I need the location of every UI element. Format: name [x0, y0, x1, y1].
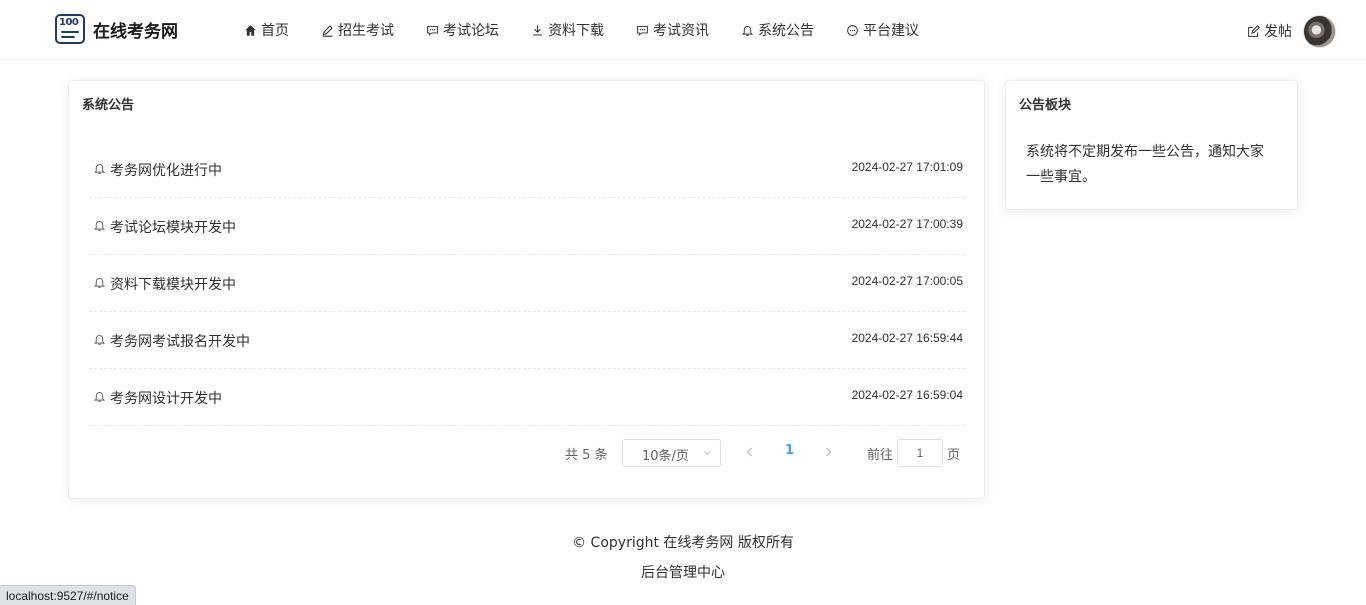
pagination-total: 共 5 条 — [565, 448, 608, 463]
bell-icon — [93, 392, 106, 402]
page-number-current[interactable]: 1 — [785, 443, 794, 458]
message-icon — [845, 23, 859, 37]
list-item[interactable]: 考务网考试报名开发中 2024-02-27 16:59:44 — [89, 312, 965, 369]
notice-title[interactable]: 考务网设计开发中 — [110, 388, 222, 408]
nav-home[interactable]: 首页 — [243, 20, 289, 40]
logo-mark-icon: 100 — [55, 14, 85, 44]
page-size-select[interactable]: 10条/页 — [622, 439, 721, 467]
home-icon — [243, 23, 257, 37]
nav-enrollment-exam[interactable]: 招生考试 — [320, 20, 394, 40]
notice-card-title: 系统公告 — [82, 98, 135, 113]
goto-page-input[interactable] — [897, 439, 943, 467]
nav-system-notice[interactable]: 系统公告 — [740, 20, 814, 40]
notice-card: 系统公告 考务网优化进行中 2024-02-27 17:01:09 考试论坛模块… — [68, 80, 985, 499]
bell-icon — [740, 23, 754, 37]
notice-time: 2024-02-27 17:00:05 — [851, 274, 963, 288]
notice-time: 2024-02-27 17:00:39 — [851, 217, 963, 231]
notice-list: 考务网优化进行中 2024-02-27 17:01:09 考试论坛模块开发中 2… — [89, 141, 965, 426]
pagination: 共 5 条 10条/页 1 前往 页 — [69, 439, 986, 467]
announcement-board-text: 系统将不定期发布一些公告，通知大家一些事宜。 — [1026, 144, 1264, 185]
announcement-board-title: 公告板块 — [1019, 98, 1072, 113]
chat-icon — [635, 23, 649, 37]
site-name: 在线考务网 — [93, 21, 178, 42]
top-header: 100 在线考务网 首页 招生考试 考试论坛 资料下载 考试资讯 系统公告 平台… — [0, 0, 1366, 60]
list-item[interactable]: 考试论坛模块开发中 2024-02-27 17:00:39 — [89, 198, 965, 255]
chat-icon — [425, 23, 439, 37]
goto-label: 前往 — [867, 448, 894, 463]
notice-time: 2024-02-27 16:59:04 — [851, 388, 963, 402]
site-logo[interactable]: 100 在线考务网 — [55, 14, 178, 44]
notice-time: 2024-02-27 16:59:44 — [851, 331, 963, 345]
notice-time: 2024-02-27 17:01:09 — [851, 160, 963, 174]
bell-icon — [93, 221, 106, 231]
edit-icon — [1248, 24, 1260, 37]
notice-title[interactable]: 考务网优化进行中 — [110, 160, 222, 180]
nav-exam-forum[interactable]: 考试论坛 — [425, 20, 499, 40]
nav-exam-news[interactable]: 考试资讯 — [635, 20, 709, 40]
nav-downloads[interactable]: 资料下载 — [530, 20, 604, 40]
download-icon — [530, 23, 544, 37]
user-avatar[interactable] — [1303, 15, 1336, 48]
bell-icon — [93, 335, 106, 345]
chevron-left-icon[interactable] — [743, 445, 757, 459]
notice-title[interactable]: 资料下载模块开发中 — [110, 274, 236, 294]
list-item[interactable]: 考务网设计开发中 2024-02-27 16:59:04 — [89, 369, 965, 426]
main-nav: 首页 招生考试 考试论坛 资料下载 考试资讯 系统公告 平台建议 — [243, 0, 950, 60]
post-button[interactable]: 发帖 — [1247, 21, 1292, 41]
footer-copyright: © Copyright 在线考务网 版权所有 — [572, 535, 794, 551]
edit-icon — [320, 23, 334, 37]
announcement-board-card: 公告板块 系统将不定期发布一些公告，通知大家一些事宜。 — [1005, 80, 1298, 210]
bell-icon — [93, 164, 106, 174]
bell-icon — [93, 278, 106, 288]
admin-center-link[interactable]: 后台管理中心 — [0, 562, 1366, 582]
page-unit-label: 页 — [947, 448, 961, 463]
chevron-down-icon — [703, 450, 712, 456]
notice-title[interactable]: 考务网考试报名开发中 — [110, 331, 250, 351]
list-item[interactable]: 考务网优化进行中 2024-02-27 17:01:09 — [89, 141, 965, 198]
list-item[interactable]: 资料下载模块开发中 2024-02-27 17:00:05 — [89, 255, 965, 312]
browser-status-url: localhost:9527/#/notice — [0, 585, 136, 605]
chevron-right-icon[interactable] — [821, 445, 835, 459]
notice-title[interactable]: 考试论坛模块开发中 — [110, 217, 236, 237]
nav-platform-suggestions[interactable]: 平台建议 — [845, 20, 919, 40]
